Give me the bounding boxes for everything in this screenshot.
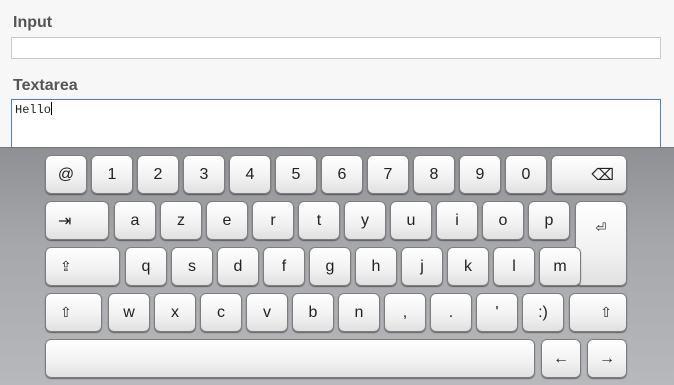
key-r[interactable]: r bbox=[252, 201, 294, 240]
shift-right-key[interactable]: ⇧ bbox=[569, 293, 627, 332]
shift-icon: ⇧ bbox=[60, 304, 72, 320]
key-at[interactable]: @ bbox=[45, 155, 87, 194]
key-j[interactable]: j bbox=[401, 247, 443, 286]
key-s[interactable]: s bbox=[171, 247, 213, 286]
key-q[interactable]: q bbox=[125, 247, 167, 286]
key-v[interactable]: v bbox=[246, 293, 288, 332]
caps-lock-icon: ⇪ bbox=[60, 258, 72, 274]
input-field[interactable] bbox=[11, 37, 661, 59]
key-smiley[interactable]: :) bbox=[522, 293, 564, 332]
virtual-keyboard: @ 1 2 3 4 5 6 7 8 9 0 ⌫ ⇥ a z e r t y u … bbox=[0, 147, 674, 385]
key-apostrophe[interactable]: ' bbox=[476, 293, 518, 332]
key-comma[interactable]: , bbox=[384, 293, 426, 332]
key-g[interactable]: g bbox=[309, 247, 351, 286]
key-m[interactable]: m bbox=[539, 247, 581, 286]
key-2[interactable]: 2 bbox=[137, 155, 179, 194]
backspace-key[interactable]: ⌫ bbox=[551, 155, 627, 194]
key-o[interactable]: o bbox=[482, 201, 524, 240]
key-i[interactable]: i bbox=[436, 201, 478, 240]
key-d[interactable]: d bbox=[217, 247, 259, 286]
key-t[interactable]: t bbox=[298, 201, 340, 240]
tab-key[interactable]: ⇥ bbox=[45, 201, 109, 240]
key-c[interactable]: c bbox=[200, 293, 242, 332]
enter-icon: ⏎ bbox=[595, 220, 607, 235]
key-u[interactable]: u bbox=[390, 201, 432, 240]
tab-icon: ⇥ bbox=[58, 212, 72, 230]
arrow-right-icon: → bbox=[599, 349, 615, 367]
shift-left-key[interactable]: ⇧ bbox=[45, 293, 102, 332]
key-0[interactable]: 0 bbox=[505, 155, 547, 194]
enter-key[interactable]: ⏎ bbox=[575, 201, 627, 286]
key-y[interactable]: y bbox=[344, 201, 386, 240]
shift-icon: ⇧ bbox=[600, 304, 612, 320]
key-k[interactable]: k bbox=[447, 247, 489, 286]
key-a[interactable]: a bbox=[114, 201, 156, 240]
key-n[interactable]: n bbox=[338, 293, 380, 332]
space-key[interactable] bbox=[45, 339, 535, 378]
key-4[interactable]: 4 bbox=[229, 155, 271, 194]
key-7[interactable]: 7 bbox=[367, 155, 409, 194]
arrow-right-key[interactable]: → bbox=[587, 339, 627, 378]
key-8[interactable]: 8 bbox=[413, 155, 455, 194]
key-9[interactable]: 9 bbox=[459, 155, 501, 194]
key-e[interactable]: e bbox=[206, 201, 248, 240]
key-f[interactable]: f bbox=[263, 247, 305, 286]
input-label: Input bbox=[13, 14, 53, 31]
key-w[interactable]: w bbox=[108, 293, 150, 332]
backspace-icon: ⌫ bbox=[591, 166, 614, 184]
key-p[interactable]: p bbox=[528, 201, 570, 240]
key-x[interactable]: x bbox=[154, 293, 196, 332]
key-b[interactable]: b bbox=[292, 293, 334, 332]
textarea-label: Textarea bbox=[13, 77, 78, 94]
key-1[interactable]: 1 bbox=[91, 155, 133, 194]
key-3[interactable]: 3 bbox=[183, 155, 225, 194]
key-h[interactable]: h bbox=[355, 247, 397, 286]
key-6[interactable]: 6 bbox=[321, 155, 363, 194]
caps-lock-key[interactable]: ⇪ bbox=[45, 247, 120, 286]
key-l[interactable]: l bbox=[493, 247, 535, 286]
text-caret bbox=[51, 102, 53, 115]
arrow-left-icon: ← bbox=[553, 349, 569, 367]
key-period[interactable]: . bbox=[430, 293, 472, 332]
textarea-text: Hello bbox=[15, 103, 52, 117]
key-5[interactable]: 5 bbox=[275, 155, 317, 194]
arrow-left-key[interactable]: ← bbox=[541, 339, 581, 378]
key-z[interactable]: z bbox=[160, 201, 202, 240]
